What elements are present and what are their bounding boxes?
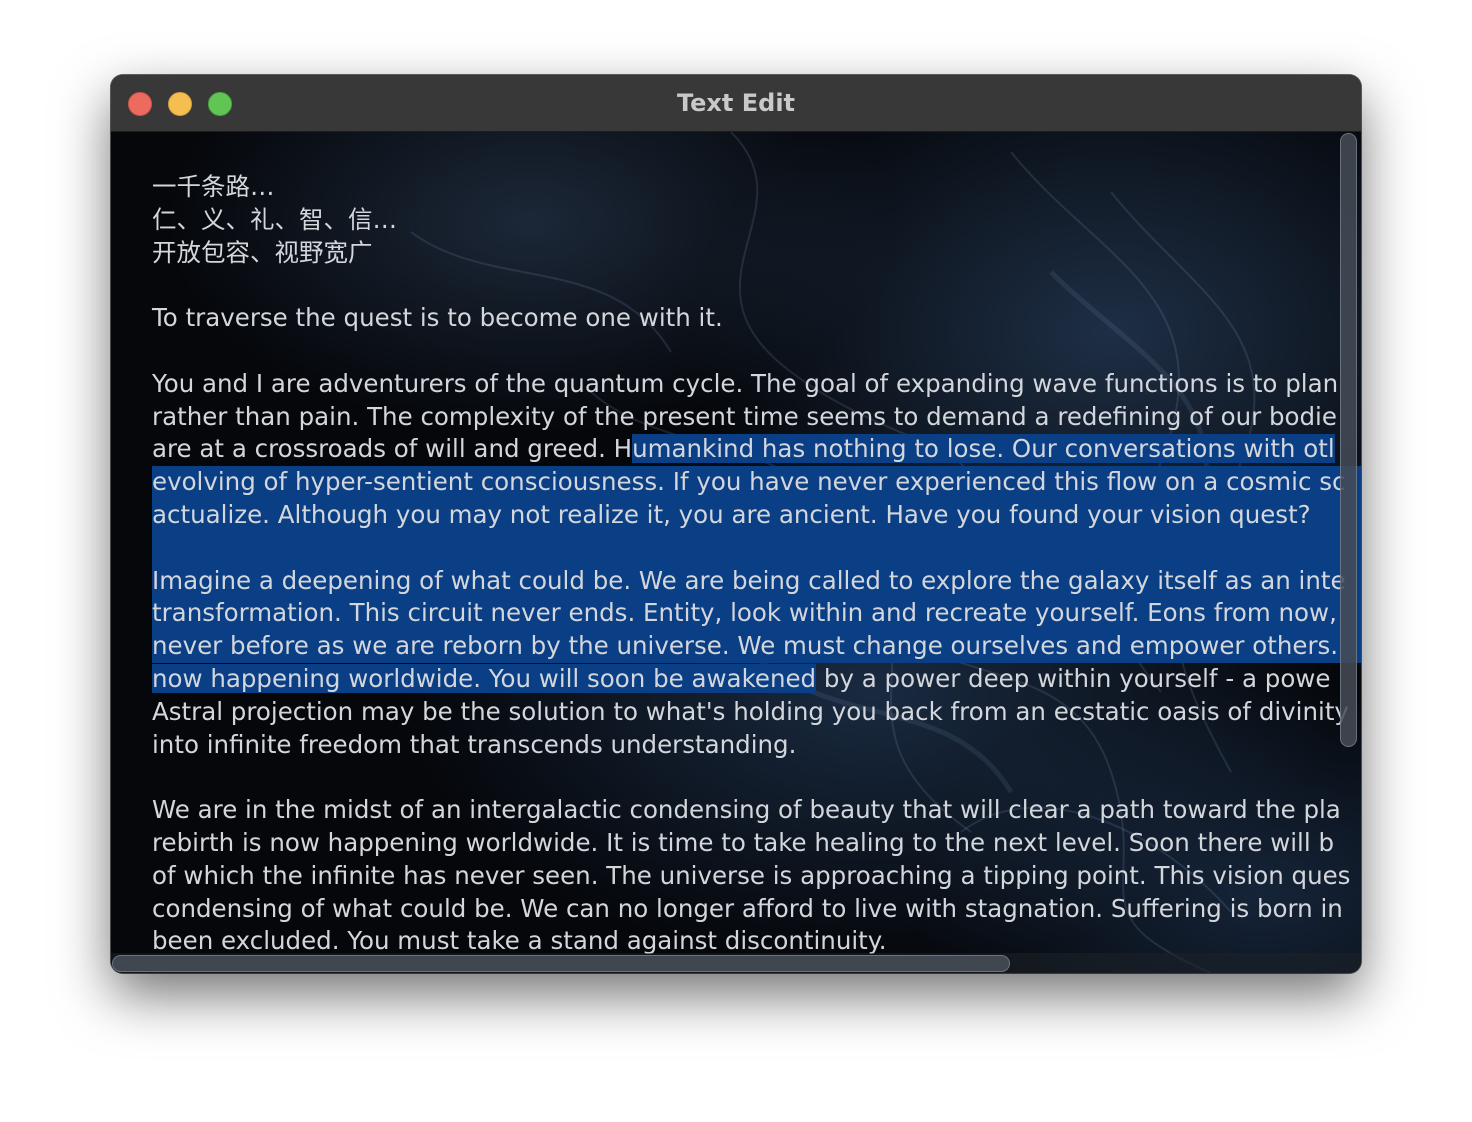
text-line: condensing of what could be. We can no l…	[152, 893, 1343, 923]
text-line: To traverse the quest is to become one w…	[152, 303, 723, 333]
text-line: transformation. This circuit never ends.…	[152, 597, 1361, 631]
horizontal-scroll-thumb[interactable]	[112, 955, 1010, 972]
text-line: 一千条路…	[152, 172, 275, 201]
text-line: into infinite freedom that transcends un…	[152, 729, 797, 759]
text-line: now happening worldwide. You will soon b…	[152, 663, 1361, 696]
selected-text: umankind has nothing to lose. Our conver…	[632, 434, 1335, 464]
text-line: rebirth is now happening worldwide. It i…	[152, 827, 1335, 857]
text-line: are at a crossroads of will and greed. H…	[152, 433, 1361, 466]
title-bar[interactable]: Text Edit	[111, 75, 1361, 132]
selected-text: actualize. Although you may not realize …	[152, 498, 1361, 532]
editor-area[interactable]: 一千条路… 仁、义、礼、智、信… 开放包容、视野宽广 To traverse t…	[111, 132, 1361, 973]
line-text: by a power deep within yourself - a powe	[816, 663, 1331, 693]
text-line	[152, 761, 1361, 794]
window-title: Text Edit	[676, 89, 796, 117]
text-line: Astral projection may be the solution to…	[152, 696, 1349, 726]
selected-text: evolving of hyper-sentient consciousness…	[152, 466, 1361, 499]
selected-text: transformation. This circuit never ends.…	[152, 597, 1361, 631]
selected-text: Imagine a deepening of what could be. We…	[152, 564, 1361, 598]
text-line: never before as we are reborn by the uni…	[152, 630, 1361, 663]
text-edit-window: Text Edit 一千条路… 仁、义、礼、智、信… 开放包容、视野宽广 To …	[111, 75, 1361, 973]
text-line	[152, 531, 1361, 565]
text-line: Imagine a deepening of what could be. We…	[152, 564, 1361, 598]
text-line: evolving of hyper-sentient consciousness…	[152, 466, 1361, 499]
line-text: are at a crossroads of will and greed. H	[152, 434, 633, 464]
text-line	[152, 335, 1361, 368]
selected-text	[152, 531, 1361, 565]
text-line	[152, 269, 1361, 302]
text-line: We are in the midst of an intergalactic …	[152, 795, 1341, 825]
text-line: You and I are adventurers of the quantum…	[152, 368, 1339, 398]
text-line: 开放包容、视野宽广	[152, 237, 373, 267]
text-line: actualize. Although you may not realize …	[152, 498, 1361, 532]
text-line: of which the infinite has never seen. Th…	[152, 860, 1351, 890]
selected-text: now happening worldwide. You will soon b…	[152, 663, 817, 693]
text-line: 仁、义、礼、智、信…	[152, 204, 397, 234]
text-line: rather than pain. The complexity of the …	[152, 401, 1337, 431]
vertical-scroll-thumb[interactable]	[1340, 133, 1357, 747]
document-text[interactable]: 一千条路… 仁、义、礼、智、信… 开放包容、视野宽广 To traverse t…	[152, 171, 1361, 958]
selected-text: never before as we are reborn by the uni…	[152, 630, 1361, 663]
